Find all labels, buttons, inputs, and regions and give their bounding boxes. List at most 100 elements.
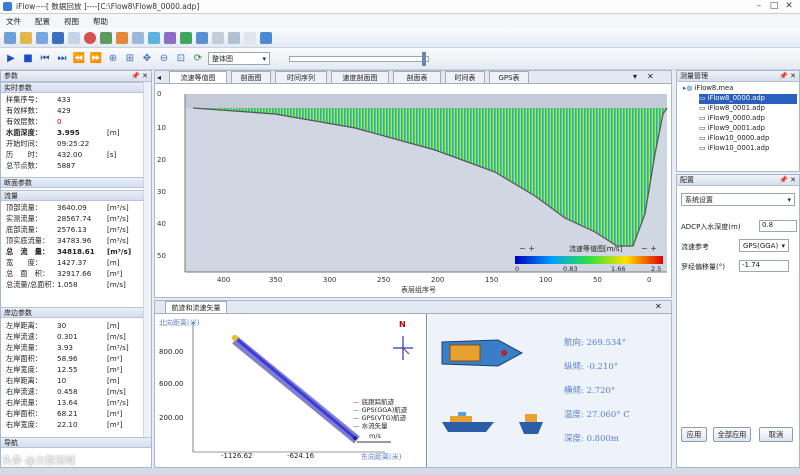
param-label: 左岸宽度： — [6, 365, 42, 374]
track-plot[interactable]: 北向距离(米) 800.00 600.00 200.00 N — 底跟踪航迹 —… — [155, 314, 427, 467]
param-label: 总 流 量： — [6, 247, 50, 256]
tab-5[interactable]: 时间表 — [445, 71, 485, 83]
tab-scroll-left-icon[interactable]: ◂ — [157, 73, 161, 82]
watermark: 头条 @大数流域 — [2, 456, 76, 467]
rewind-icon[interactable]: ⏪ — [72, 52, 86, 66]
tab-2[interactable]: 时间序列 — [275, 71, 327, 83]
step-back-icon[interactable]: ⏮ — [38, 52, 52, 66]
cancel-button[interactable]: 取消 — [759, 427, 793, 442]
save-icon[interactable] — [52, 31, 64, 44]
tab-0[interactable]: 流速等值图 — [169, 71, 227, 83]
flow-row: 顶部流量： 3640.09 [m³/s] — [1, 203, 141, 214]
folder-icon[interactable] — [36, 31, 48, 44]
stop-icon[interactable]: ■ — [21, 52, 35, 66]
file-item[interactable]: ▭ iFlow10_0001.adp — [699, 144, 797, 154]
velocity-ref-select[interactable]: GPS(GGA) ▾ — [739, 239, 789, 252]
param-label: 顶部流量： — [6, 203, 42, 212]
compass-offset-input[interactable]: -1.74 — [739, 260, 789, 272]
legend-vtg-track: GPS(VTG)航迹 — [361, 414, 407, 422]
nav-section-header[interactable]: 导航 — [1, 437, 151, 448]
tile-icon[interactable] — [228, 31, 240, 44]
param-value: 5887 — [57, 161, 76, 170]
menu-help[interactable]: 帮助 — [93, 16, 108, 27]
legend-adjust-right-icon[interactable]: − + — [641, 244, 657, 253]
zoom-fit-icon[interactable]: ⊞ — [123, 52, 137, 66]
pin-close-icon[interactable]: 📌 ✕ — [779, 175, 796, 186]
close-icon[interactable]: ✕ — [782, 1, 796, 12]
file-item[interactable]: ▭ iFlow10_0000.adp — [699, 134, 797, 144]
play-icon[interactable]: ▶ — [4, 52, 18, 66]
legend-min: 0 — [515, 265, 520, 273]
bank-row: 左岸流速： 0.301 [m/s] — [1, 332, 141, 343]
file-item[interactable]: ▭ iFlow8_0001.adp — [699, 104, 797, 114]
slider-thumb[interactable] — [422, 51, 426, 66]
flow-section-header[interactable]: 流量 — [1, 190, 151, 201]
tab-6[interactable]: GPS表 — [489, 71, 529, 83]
tab-track[interactable]: 航迹和流速矢量 — [165, 301, 227, 313]
playback-slider[interactable] — [289, 51, 429, 66]
north-label: N — [399, 320, 406, 329]
menu-file[interactable]: 文件 — [6, 16, 21, 27]
step-forward-icon[interactable]: ⏭ — [55, 52, 69, 66]
flow-row: 总流量/总面积： 1.058 [m/s] — [1, 280, 141, 291]
minimize-icon[interactable]: – — [752, 1, 766, 12]
pin-close-icon[interactable]: 📌 ✕ — [131, 71, 148, 82]
apply-button[interactable]: 应用 — [681, 427, 707, 442]
record-icon[interactable] — [84, 31, 96, 44]
file-item[interactable]: ▭ iFlow9_0001.adp — [699, 124, 797, 134]
print-icon[interactable] — [68, 31, 80, 44]
track-tab-close-icon[interactable]: ✕ — [655, 302, 662, 311]
rt-row: 有效样数： 429 — [1, 106, 141, 117]
tab-menu-icon[interactable]: ▾ — [633, 72, 637, 81]
new-icon[interactable] — [4, 31, 16, 44]
tab-3[interactable]: 速度剖面图 — [331, 71, 389, 83]
param-unit: [m³/s] — [107, 214, 129, 223]
open-icon[interactable] — [20, 31, 32, 44]
file-item[interactable]: ▭ iFlow8_0000.adp — [699, 94, 797, 104]
file-icon: ▭ — [699, 104, 708, 112]
pan-icon[interactable]: ✥ — [140, 52, 154, 66]
chevron-down-icon: ▾ — [781, 241, 785, 250]
chart-icon[interactable] — [148, 31, 160, 44]
zoom-window-icon[interactable]: ⊡ — [174, 52, 188, 66]
track-svg — [192, 322, 413, 453]
param-label: 有效层数： — [6, 117, 42, 126]
grid-icon[interactable] — [164, 31, 176, 44]
bank-section-header[interactable]: 岸边参数 — [1, 307, 151, 318]
report-icon[interactable] — [244, 31, 256, 44]
menu-view[interactable]: 视图 — [64, 16, 79, 27]
view-select[interactable]: 整体图 ▾ — [208, 52, 270, 65]
param-label: 总 面 积： — [6, 269, 50, 278]
section-params-header[interactable]: 断面参数 — [1, 177, 151, 188]
layout-icon[interactable] — [196, 31, 208, 44]
contour-panel: ◂ 流速等值图剖面图时间序列速度剖面图剖面表时间表 GPS表 ▾ ✕ — [154, 70, 672, 298]
parameter-scrollbar[interactable] — [143, 82, 151, 437]
menu-config[interactable]: 配置 — [35, 16, 50, 27]
table-icon[interactable] — [180, 31, 192, 44]
settings-icon[interactable] — [132, 31, 144, 44]
track-x-tick: -1126.62 — [221, 452, 253, 460]
tab-4[interactable]: 剖面表 — [393, 71, 441, 83]
tab-close-icon[interactable]: ✕ — [647, 72, 654, 81]
maximize-icon[interactable]: □ — [767, 1, 781, 12]
refresh-icon[interactable]: ⟳ — [191, 52, 205, 66]
help-icon[interactable] — [260, 31, 272, 44]
zoom-in-icon[interactable]: ⊕ — [106, 52, 120, 66]
tree-root[interactable]: ▸◍ iFlow8.mea — [683, 84, 733, 92]
apply-all-button[interactable]: 全部应用 — [713, 427, 751, 442]
config-dropdown[interactable]: 系统设置 ▾ — [681, 193, 795, 206]
fast-forward-icon[interactable]: ⏩ — [89, 52, 103, 66]
zoom-out-icon[interactable]: ⊖ — [157, 52, 171, 66]
contour-plot-area[interactable]: 0 10 20 30 40 50 400 350 300 250 200 150… — [155, 84, 671, 297]
legend-adjust-icon[interactable]: − + — [519, 244, 535, 253]
track-x-tick: -624.16 — [287, 452, 315, 460]
pin-icon[interactable] — [100, 31, 112, 44]
pin-close-icon[interactable]: 📌 ✕ — [779, 71, 796, 82]
param-unit: [m²] — [107, 269, 123, 278]
window-icon[interactable] — [212, 31, 224, 44]
tab-1[interactable]: 剖面图 — [231, 71, 271, 83]
realtime-section-header[interactable]: 实时参数 — [1, 82, 151, 93]
file-item[interactable]: ▭ iFlow9_0000.adp — [699, 114, 797, 124]
marker-icon[interactable] — [116, 31, 128, 44]
adcp-depth-input[interactable]: 0.8 — [759, 220, 797, 232]
